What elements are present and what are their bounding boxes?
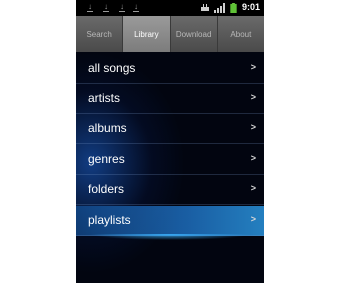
list-item-albums[interactable]: albums > <box>76 114 264 144</box>
chevron-right-icon: > <box>250 122 256 132</box>
selection-glow <box>76 234 264 242</box>
download-notification-icon[interactable]: ↓ <box>132 2 140 12</box>
list-item-genres[interactable]: genres > <box>76 145 264 175</box>
tab-about[interactable]: About <box>218 16 264 52</box>
list-item-label: albums <box>88 121 127 135</box>
tab-download[interactable]: Download <box>171 16 218 52</box>
list-item-artists[interactable]: artists > <box>76 84 264 114</box>
list-item-label: all songs <box>88 61 136 75</box>
list-item-label: folders <box>88 182 125 196</box>
list-item-label: artists <box>88 91 121 105</box>
list-item-folders[interactable]: folders > <box>76 175 264 205</box>
clock: 9:01 <box>241 2 260 12</box>
tab-search[interactable]: Search <box>76 16 124 52</box>
phone-screen: ↓ ↓ ↓ ↓ 9:01 Search Library Download Abo… <box>76 0 264 283</box>
tab-library[interactable]: Library <box>123 16 171 52</box>
chevron-right-icon: > <box>250 62 256 72</box>
chevron-right-icon: > <box>250 153 256 163</box>
download-notification-icon[interactable]: ↓ <box>86 2 94 12</box>
list-item-label: playlists <box>88 213 131 227</box>
chevron-right-icon: > <box>250 214 256 224</box>
usb-icon <box>201 4 209 11</box>
download-notification-icon[interactable]: ↓ <box>118 2 126 12</box>
chevron-right-icon: > <box>250 92 256 102</box>
download-notification-icon[interactable]: ↓ <box>102 2 110 12</box>
signal-icon <box>214 3 225 13</box>
tab-bar: Search Library Download About <box>76 16 264 52</box>
chevron-right-icon: > <box>250 183 256 193</box>
list-item-label: genres <box>88 152 125 166</box>
list-item-all-songs[interactable]: all songs > <box>76 54 264 84</box>
status-bar: ↓ ↓ ↓ ↓ 9:01 <box>76 0 264 16</box>
list-item-playlists[interactable]: playlists > <box>76 206 264 236</box>
battery-icon <box>230 3 237 13</box>
library-list: all songs > artists > albums > genres > … <box>76 52 264 283</box>
